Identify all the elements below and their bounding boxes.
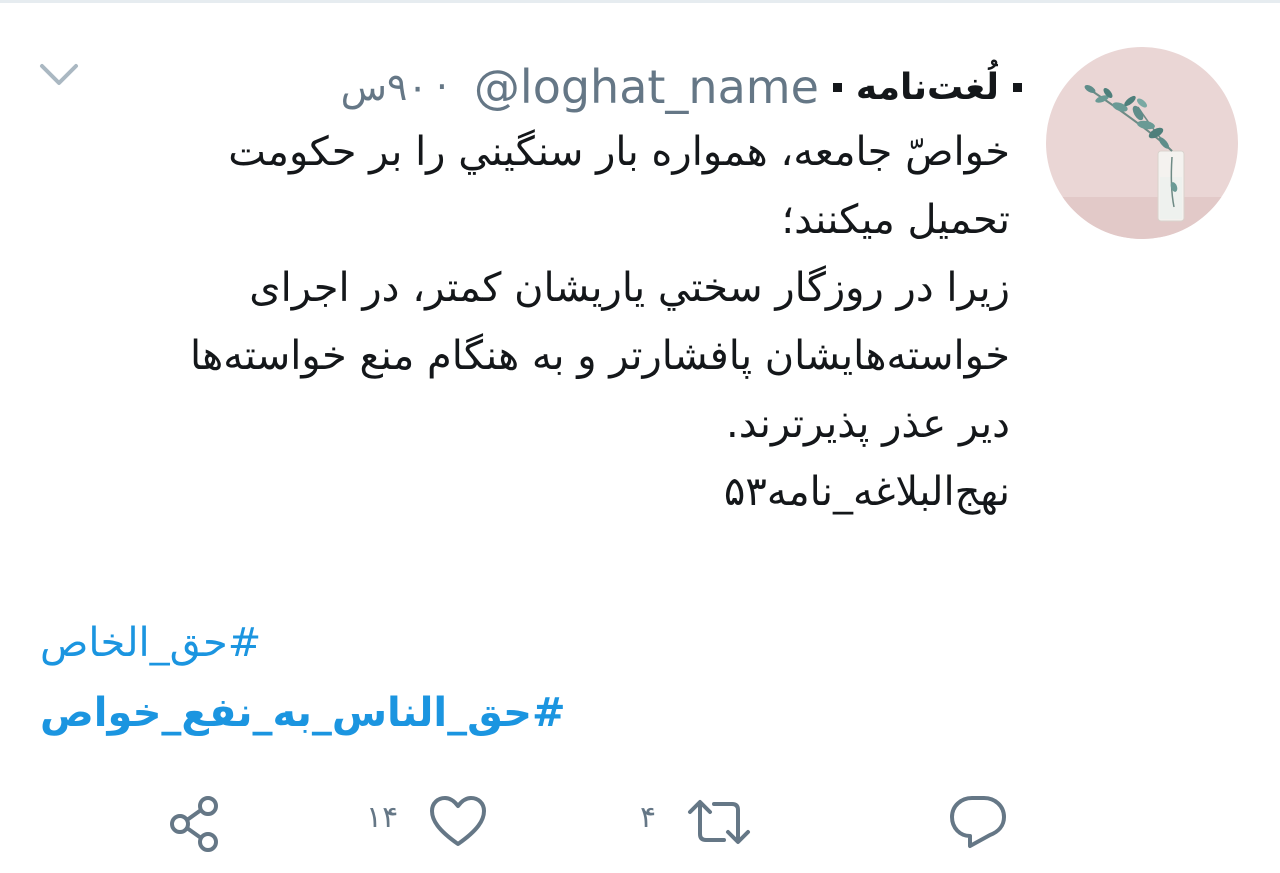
heart-icon[interactable] [428,794,488,850]
tweet-line: دیر عذر پذیرترند. [725,401,1010,447]
reply-icon[interactable] [948,792,1008,850]
hashtag-link[interactable]: #حق_الخاص [40,608,566,678]
verified-square-icon [832,82,842,92]
avatar[interactable] [1046,47,1238,239]
tweet-line: تحمیل میکنند؛ [781,197,1010,243]
share-icon[interactable] [166,794,226,854]
tweet-line: نهج‌البلاغه_نامه۵۳ [723,469,1010,515]
retweet-icon[interactable] [684,794,754,850]
timestamp: ·۹۰س [340,65,448,109]
tweet-header: لُغت‌نامه @loghat_name ·۹۰س [325,55,1028,119]
chevron-down-icon[interactable] [38,60,80,90]
hashtags: #حق_الخاص #حق_الناس_به_نفع_خواص [40,608,566,748]
top-divider [0,0,1280,3]
tweet-actions: ۱۴ ۴ [0,770,1280,870]
user-handle[interactable]: @loghat_name [474,60,819,114]
retweet-count: ۴ [640,800,657,835]
tweet-line: زیرا در روزگار سختي ياريشان كمتر، در اجر… [249,265,1010,311]
tweet-text: خواصّ جامعه، همواره بار سنگيني را بر حکو… [50,118,1010,526]
hashtag-link[interactable]: #حق_الناس_به_نفع_خواص [40,678,566,748]
display-name[interactable]: لُغت‌نامه [856,67,999,108]
like-count: ۱۴ [366,800,399,835]
tweet-line: خواسته‌هایشان پافشارتر و به هنگام منع خو… [189,333,1010,379]
verified-square-icon [1013,82,1022,92]
tweet-line: خواصّ جامعه، همواره بار سنگيني را بر حکو… [228,129,1010,175]
avatar-image [1046,47,1238,239]
